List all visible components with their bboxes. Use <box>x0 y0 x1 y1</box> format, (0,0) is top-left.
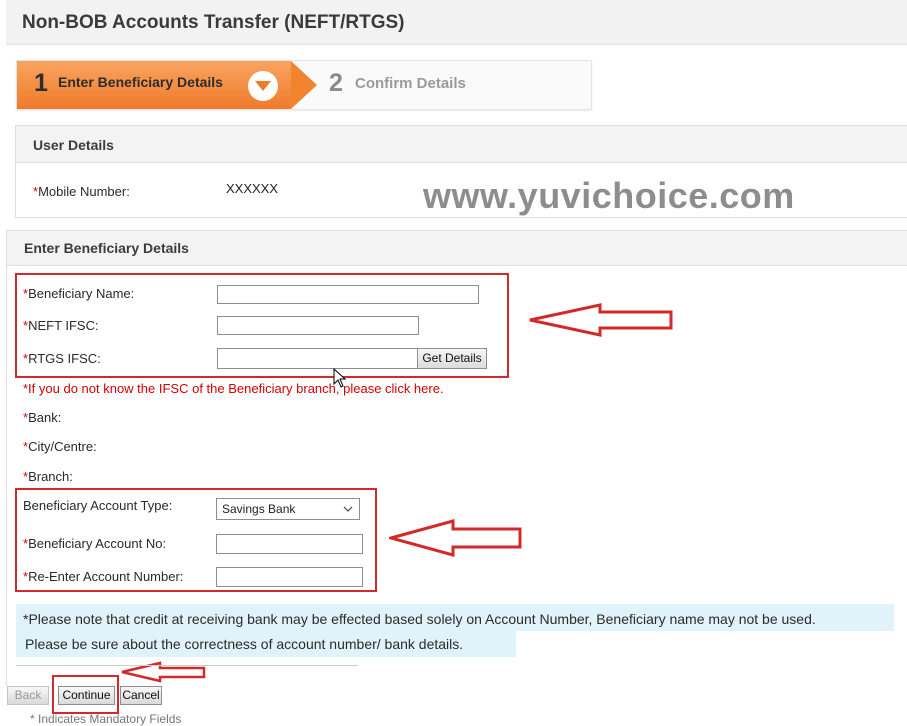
account-type-value: Savings Bank <box>222 502 296 516</box>
get-details-button[interactable]: Get Details <box>417 348 487 369</box>
ifsc-help-link[interactable]: *If you do not know the IFSC of the Bene… <box>23 381 444 396</box>
progress-stepper: 1 Enter Beneficiary Details 2 Confirm De… <box>16 60 592 110</box>
branch-label: *Branch: <box>23 469 73 484</box>
chevron-down-icon <box>248 71 278 101</box>
page-title: Non-BOB Accounts Transfer (NEFT/RTGS) <box>22 12 405 33</box>
reenter-account-input[interactable] <box>216 567 363 587</box>
step2-number: 2 <box>329 69 343 97</box>
beneficiary-name-label: *Beneficiary Name: <box>23 286 135 301</box>
mandatory-fields-note: * Indicates Mandatory Fields <box>30 712 182 726</box>
continue-button[interactable]: Continue <box>58 686 115 705</box>
step1-number: 1 <box>34 69 48 97</box>
account-type-select[interactable]: Savings Bank <box>216 498 360 520</box>
account-type-label: Beneficiary Account Type: <box>23 498 173 513</box>
reenter-account-label: *Re-Enter Account Number: <box>23 569 184 584</box>
bank-label: *Bank: <box>23 410 62 425</box>
beneficiary-heading: Enter Beneficiary Details <box>24 240 189 256</box>
beneficiary-header: Enter Beneficiary Details <box>7 231 907 266</box>
arrow-left-icon <box>529 303 673 337</box>
rtgs-ifsc-label: *RTGS IFSC: <box>23 351 101 366</box>
arrow-left-icon <box>389 519 522 557</box>
cancel-button[interactable]: Cancel <box>120 686 162 705</box>
mobile-number-label: *Mobile Number: <box>33 184 130 199</box>
back-button[interactable]: Back <box>7 686 49 705</box>
user-details-heading: User Details <box>33 137 114 153</box>
step1-label: Enter Beneficiary Details <box>58 74 223 90</box>
user-details-header: User Details <box>16 126 907 163</box>
step2-label: Confirm Details <box>355 75 466 92</box>
account-no-input[interactable] <box>216 534 363 554</box>
chevron-down-icon <box>343 506 353 512</box>
step-arrow-tip <box>291 61 317 109</box>
city-label: *City/Centre: <box>23 439 97 454</box>
rtgs-ifsc-input[interactable] <box>217 348 418 369</box>
neft-ifsc-input[interactable] <box>217 316 419 335</box>
watermark: www.yuvichoice.com <box>423 175 795 216</box>
notice-text-line2: Please be sure about the correctness of … <box>25 636 464 652</box>
beneficiary-name-input[interactable] <box>217 285 479 304</box>
account-no-label: *Beneficiary Account No: <box>23 536 167 551</box>
neft-ifsc-label: *NEFT IFSC: <box>23 318 99 333</box>
notice-text-line1: *Please note that credit at receiving ba… <box>23 611 816 627</box>
divider <box>16 665 358 666</box>
mobile-number-value: XXXXXX <box>226 181 279 196</box>
